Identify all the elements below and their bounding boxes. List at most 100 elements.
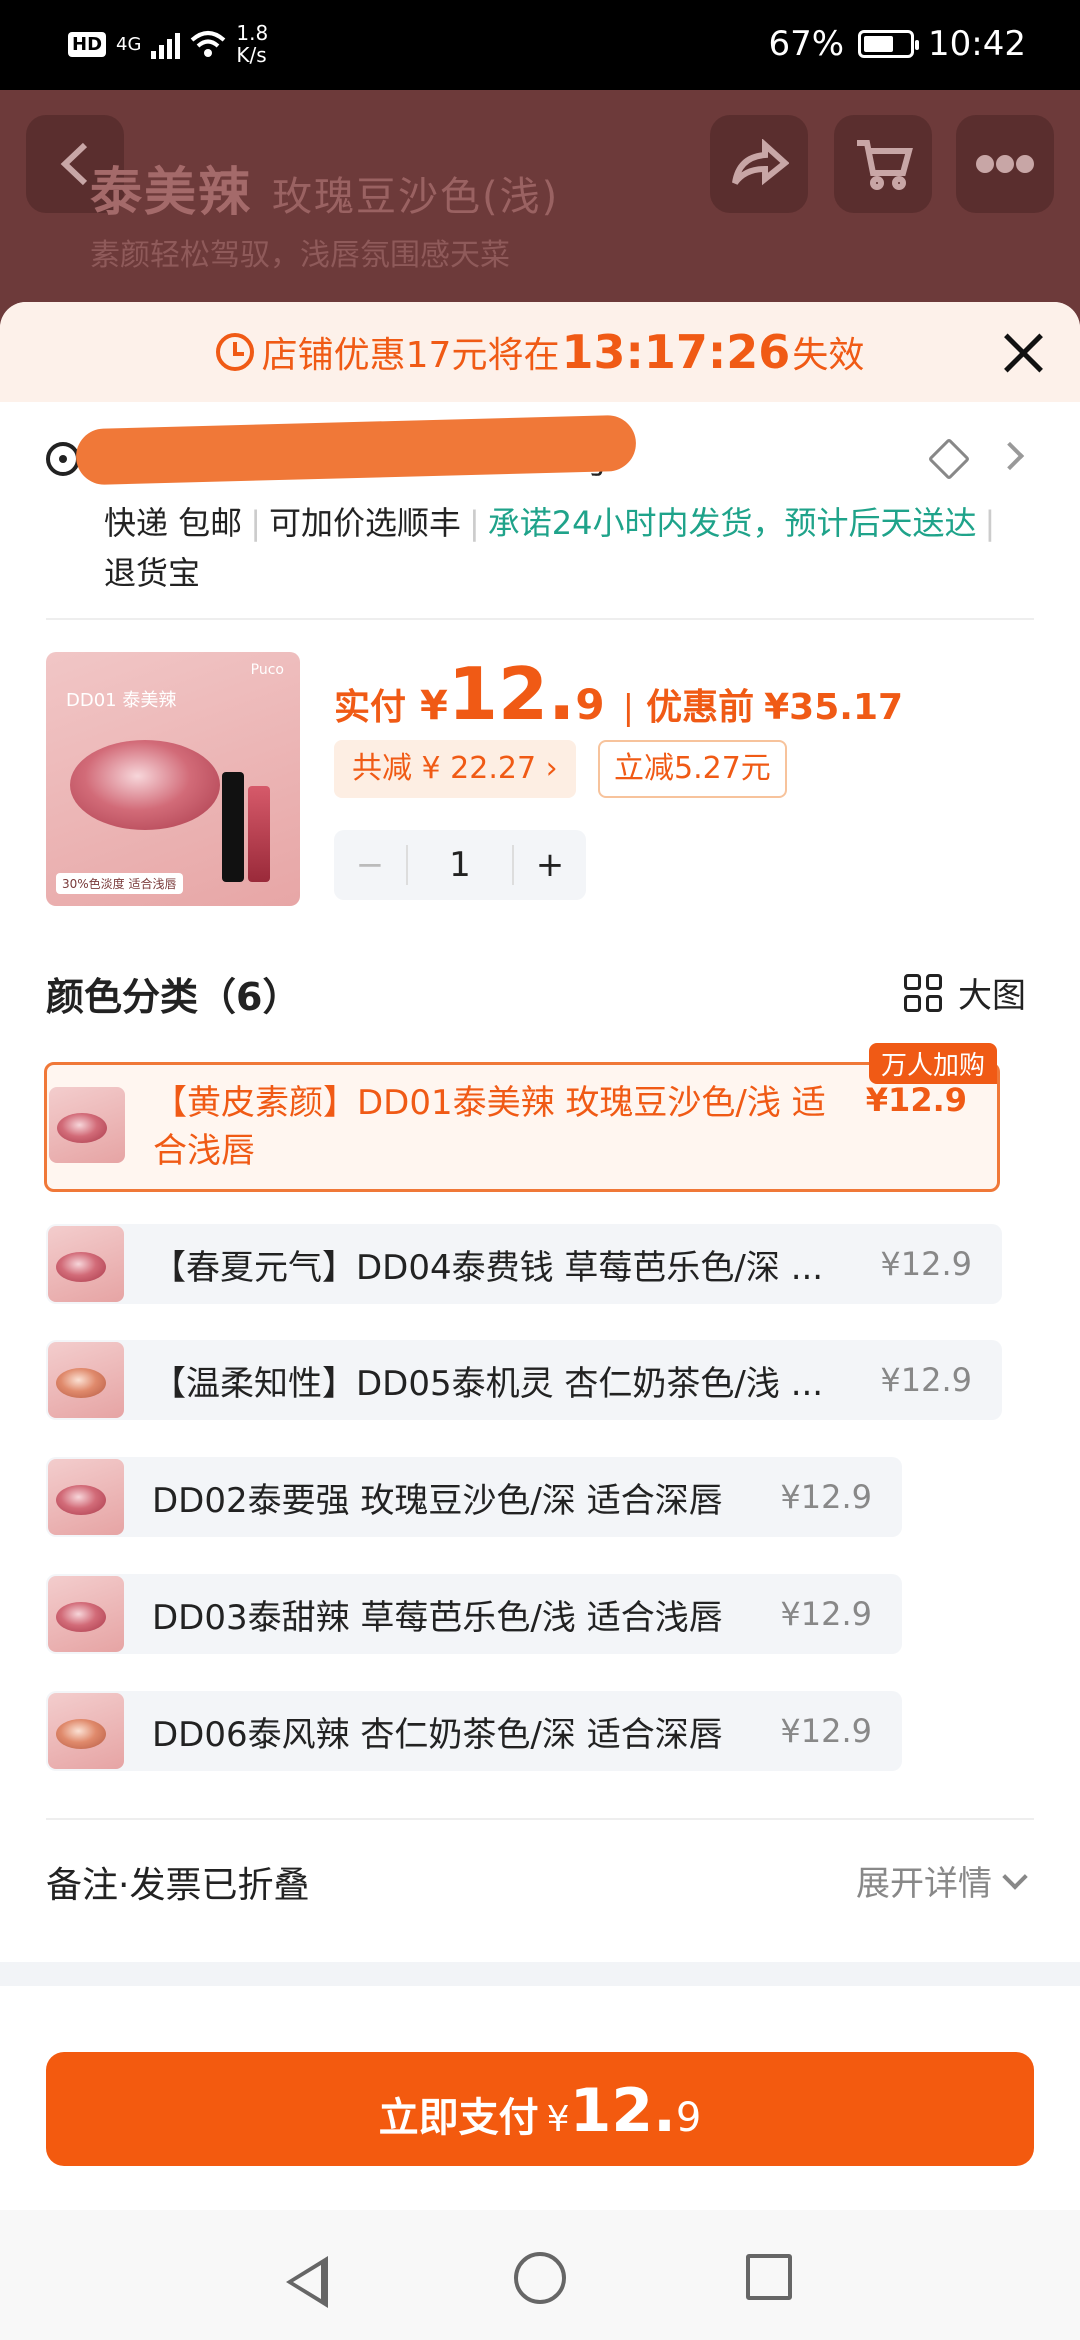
price-decimal: 9 — [575, 680, 605, 729]
option-thumbnail — [48, 1226, 124, 1302]
option-thumbnail — [48, 1459, 124, 1535]
lipstick-tube — [222, 772, 244, 882]
wifi-icon — [191, 31, 226, 57]
shipping-upgrade[interactable]: 可加价选顺丰 — [269, 504, 461, 542]
background-subtitle: 素颜轻松驾驭，浅唇氛围感天菜 — [90, 238, 510, 273]
thumb-brand: Puco — [250, 662, 284, 678]
option-label: 【温柔知性】DD05泰机灵 杏仁奶茶色/浅 ... — [152, 1363, 824, 1404]
lips-image — [70, 740, 220, 830]
nav-home-icon[interactable] — [514, 2252, 566, 2304]
cart-icon — [857, 140, 913, 190]
grid-icon — [904, 973, 942, 1012]
option-label: 【春夏元气】DD04泰费钱 草莓芭乐色/深 ... — [152, 1247, 824, 1288]
shipping-method: 快递 包邮 — [104, 504, 243, 542]
status-left: HD 4G 1.8 K/s — [68, 22, 268, 66]
price-separator: | — [622, 688, 635, 728]
background-title: 泰美辣 玫瑰豆沙色(浅) — [90, 150, 559, 225]
section-gap — [0, 1962, 1080, 1986]
battery-level — [864, 36, 894, 52]
total-discount-badge[interactable]: 共减 ¥ 22.27 › — [334, 740, 576, 798]
coupon-prefix: 店铺优惠17元将在 — [261, 335, 560, 376]
pay-label: 立即支付 — [378, 2095, 539, 2141]
more-icon — [976, 155, 1034, 173]
before-discount-label: 优惠前 — [646, 687, 755, 728]
big-image-label: 大图 — [958, 976, 1026, 1016]
option-price: ¥12.9 — [865, 1081, 967, 1119]
lipstick-tube-color — [248, 786, 270, 882]
speed-value: 1.8 — [236, 21, 269, 45]
paid-label: 实付 — [334, 687, 407, 728]
color-option[interactable]: DD02泰要强 玫瑰豆沙色/深 适合深唇 ¥12.9 — [46, 1457, 902, 1537]
bg-title-bold: 泰美辣 — [90, 163, 253, 223]
order-sheet: 店铺优惠17元将在 13:17:26 失效 号 快递 包邮|可加价选顺丰|承诺2… — [0, 302, 1080, 2212]
network-speed: 1.8 K/s — [236, 22, 268, 66]
nav-back-icon[interactable] — [286, 2256, 328, 2308]
quantity-stepper: − 1 + — [334, 830, 586, 900]
delivery-promise: 承诺24小时内发货，预计后天送达 — [487, 504, 977, 542]
hot-tag: 万人加购 — [868, 1043, 997, 1084]
option-thumbnail — [48, 1576, 124, 1652]
divider — [46, 1818, 1034, 1820]
close-icon[interactable] — [1002, 332, 1044, 374]
nav-recents-icon[interactable] — [746, 2254, 792, 2300]
coupon-countdown-bar: 店铺优惠17元将在 13:17:26 失效 — [0, 302, 1080, 402]
option-label: 【黄皮素颜】DD01泰美辣 玫瑰豆沙色/浅 适合浅唇 — [153, 1083, 826, 1171]
option-price: ¥12.9 — [880, 1245, 972, 1283]
price-row: 实付 ¥ 12. 9 | 优惠前 ¥35.17 — [334, 652, 903, 736]
pay-currency: ¥ — [546, 2099, 570, 2140]
clock-icon — [215, 333, 254, 371]
decrease-button[interactable]: − — [334, 845, 406, 885]
signal-icon — [151, 29, 181, 59]
pay-decimal: 9 — [675, 2095, 702, 2141]
battery-percent: 67% — [768, 24, 845, 64]
battery-icon — [858, 30, 920, 58]
before-discount-price: ¥35.17 — [764, 687, 904, 728]
color-option[interactable]: 【春夏元气】DD04泰费钱 草莓芭乐色/深 ... ¥12.9 — [46, 1224, 1002, 1304]
currency-symbol: ¥ — [420, 683, 448, 729]
thumb-badge: 30%色淡度 适合浅唇 — [56, 873, 183, 894]
network-label: 4G — [116, 33, 142, 55]
cart-button[interactable] — [834, 115, 932, 213]
instant-discount-badge: 立减5.27元 — [598, 740, 787, 798]
system-nav-bar — [0, 2210, 1080, 2340]
option-label: DD02泰要强 玫瑰豆沙色/深 适合深唇 — [152, 1480, 723, 1521]
big-image-toggle[interactable]: 大图 — [904, 968, 1026, 1017]
thumb-title: DD01 泰美辣 — [66, 690, 177, 711]
color-option-selected[interactable]: 【黄皮素颜】DD01泰美辣 玫瑰豆沙色/浅 适合浅唇 ¥12.9 万人加购 — [44, 1043, 1000, 1192]
share-button[interactable] — [710, 115, 808, 213]
chevron-left-icon — [60, 142, 88, 186]
coupon-suffix: 失效 — [792, 335, 865, 376]
color-option[interactable]: DD03泰甜辣 草莓芭乐色/浅 适合浅唇 ¥12.9 — [46, 1574, 902, 1654]
shipping-info: 快递 包邮 | 可加价选顺丰 | 承诺24小时内发货，预计后天送达 |退货宝 — [104, 504, 996, 592]
status-bar: HD 4G 1.8 K/s 67% 10:42 — [0, 0, 1080, 90]
option-thumbnail — [48, 1693, 124, 1769]
quantity-value[interactable]: 1 — [406, 845, 514, 885]
remark-label: 备注·发票已折叠 — [46, 1865, 310, 1906]
option-price: ¥12.9 — [780, 1712, 872, 1750]
chevron-right-icon[interactable] — [995, 441, 1025, 471]
option-price: ¥12.9 — [880, 1361, 972, 1399]
redaction-mark — [75, 414, 637, 486]
option-label: DD06泰风辣 杏仁奶茶色/深 适合深唇 — [152, 1714, 723, 1755]
coupon-countdown: 13:17:26 — [561, 325, 791, 379]
option-thumbnail — [48, 1342, 124, 1418]
expand-label: 展开详情 — [856, 1864, 992, 1904]
option-price: ¥12.9 — [780, 1478, 872, 1516]
product-thumbnail[interactable]: DD01 泰美辣 Puco 30%色淡度 适合浅唇 — [46, 652, 300, 906]
return-insurance: 退货宝 — [104, 554, 201, 592]
pay-now-button[interactable]: 立即支付 ¥ 12. 9 — [46, 2052, 1034, 2166]
pay-bar: 立即支付 ¥ 12. 9 — [0, 2000, 1080, 2180]
option-thumbnail — [49, 1087, 125, 1163]
edit-icon[interactable] — [927, 437, 971, 481]
bg-title-shade: 玫瑰豆沙色(浅) — [272, 174, 560, 220]
color-option[interactable]: 【温柔知性】DD05泰机灵 杏仁奶茶色/浅 ... ¥12.9 — [46, 1340, 1002, 1420]
expand-details-button[interactable]: 展开详情 — [856, 1856, 1028, 1905]
color-option[interactable]: DD06泰风辣 杏仁奶茶色/深 适合深唇 ¥12.9 — [46, 1691, 902, 1771]
more-button[interactable] — [956, 115, 1054, 213]
chevron-down-icon — [1002, 1863, 1028, 1890]
divider — [46, 618, 1034, 620]
location-icon — [46, 442, 80, 476]
share-icon — [732, 139, 789, 186]
clock: 10:42 — [928, 24, 1026, 64]
increase-button[interactable]: + — [514, 845, 586, 885]
